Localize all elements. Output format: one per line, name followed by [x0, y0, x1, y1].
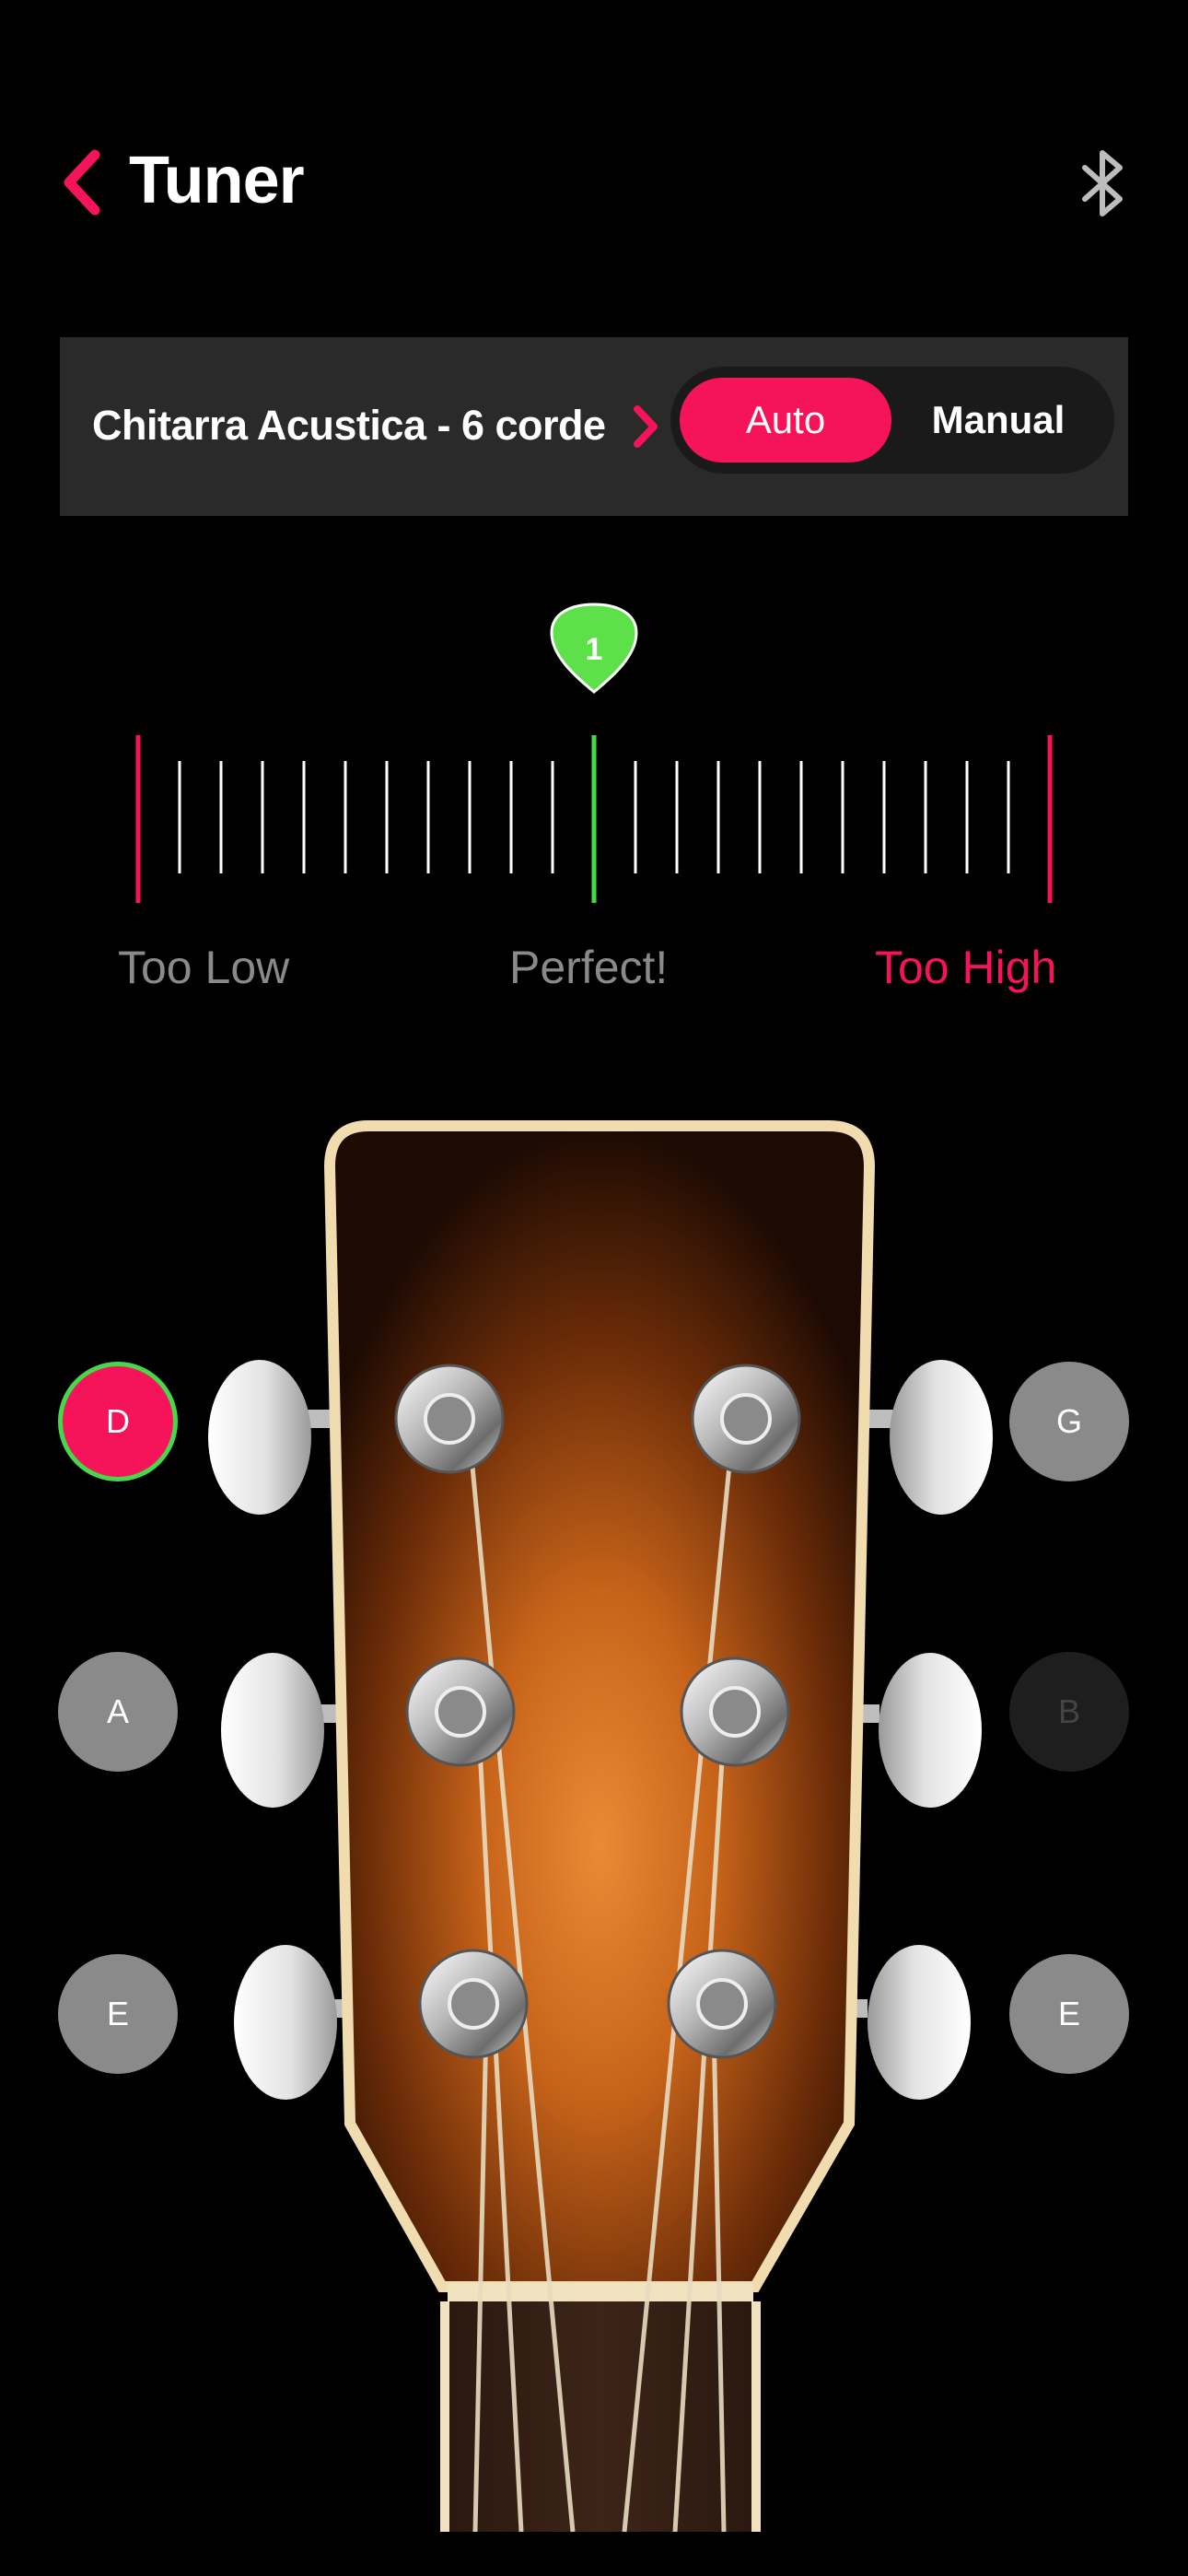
guitar-nut [448, 2283, 753, 2301]
string-button-high-e[interactable]: E [1009, 1954, 1129, 2074]
instrument-chevron[interactable] [630, 404, 661, 450]
instrument-selector[interactable]: Chitarra Acustica - 6 corde [92, 396, 606, 455]
string-button-a[interactable]: A [58, 1652, 178, 1772]
mode-auto-button[interactable]: Auto [680, 378, 891, 463]
string-note-label: D [106, 1402, 130, 1440]
bluetooth-icon [1082, 150, 1123, 217]
bluetooth-button[interactable] [1077, 147, 1129, 219]
mode-manual-button[interactable]: Manual [891, 378, 1105, 463]
string-note-label: G [1055, 1402, 1082, 1440]
perfect-label: Perfect! [509, 942, 669, 993]
string-note-label: B [1057, 1692, 1080, 1730]
too-low-label: Too Low [118, 942, 290, 993]
page-title: Tuner [129, 144, 305, 217]
too-high-label: Too High [875, 942, 1057, 993]
string-note-label: E [106, 1995, 129, 2032]
string-button-g[interactable]: G [1009, 1362, 1129, 1481]
chevron-left-icon [64, 149, 100, 216]
fretboard [448, 2301, 753, 2532]
string-note-label: A [106, 1692, 129, 1730]
string-button-low-e[interactable]: E [58, 1954, 178, 2074]
back-button[interactable] [53, 147, 109, 217]
chevron-right-icon [634, 405, 658, 448]
string-note-label: E [1057, 1995, 1080, 2032]
meter-ticks [135, 735, 1053, 903]
marker-number: 1 [586, 632, 603, 667]
string-button-b[interactable]: B [1009, 1652, 1129, 1772]
string-button-d[interactable]: D [58, 1362, 178, 1481]
guitar-headstock [208, 1120, 993, 2533]
tuning-marker: 1 [550, 603, 638, 694]
